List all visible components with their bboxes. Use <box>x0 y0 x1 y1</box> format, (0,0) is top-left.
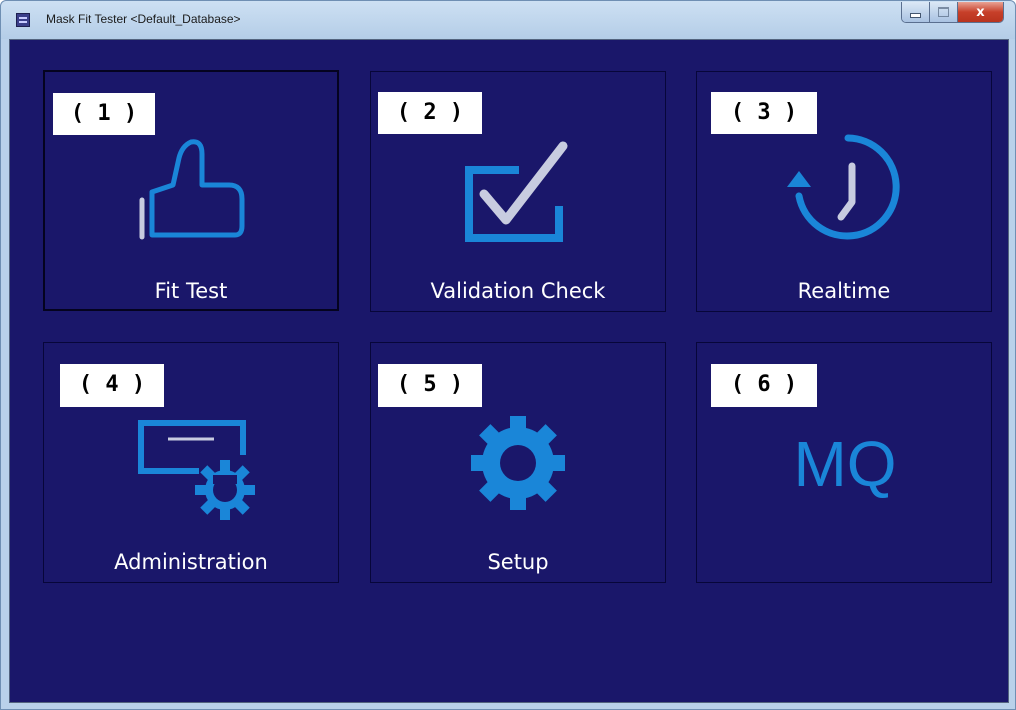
tile-number-badge: ( 5 ) <box>378 364 482 407</box>
close-button[interactable]: x <box>958 2 1003 22</box>
svg-text:MQ: MQ <box>793 428 896 500</box>
setup-tile[interactable]: ( 5 ) Setup <box>370 342 666 583</box>
tile-number-badge: ( 4 ) <box>60 364 164 407</box>
close-icon: x <box>976 4 985 20</box>
tile-label: Fit Test <box>154 279 228 303</box>
app-window: Mask Fit Tester <Default_Database> x ( 1… <box>0 0 1016 710</box>
tile-number-badge: ( 6 ) <box>711 364 817 407</box>
tile-number-badge: ( 2 ) <box>378 92 482 134</box>
fit-test-tile[interactable]: ( 1 ) Fit Test <box>43 70 339 311</box>
minimize-icon <box>910 12 921 18</box>
mq-tile[interactable]: MQ ( 6 ) <box>696 342 992 583</box>
validation-check-tile[interactable]: ( 2 ) Validation Check <box>370 71 666 312</box>
window-title: Mask Fit Tester <Default_Database> <box>46 12 241 26</box>
main-menu-panel: ( 1 ) Fit Test ( 2 ) Validation Check ( … <box>9 39 1009 703</box>
tile-number-badge: ( 3 ) <box>711 92 817 134</box>
minimize-button[interactable] <box>902 2 930 22</box>
tile-number-badge: ( 1 ) <box>53 93 155 135</box>
realtime-tile[interactable]: ( 3 ) Realtime <box>696 71 992 312</box>
title-bar[interactable]: Mask Fit Tester <Default_Database> x <box>1 1 1015 39</box>
maximize-icon <box>938 7 949 17</box>
administration-tile[interactable]: ( 4 ) Administration <box>43 342 339 583</box>
tile-label: Administration <box>114 550 268 574</box>
tile-label: Validation Check <box>430 279 606 303</box>
maximize-button[interactable] <box>930 2 958 22</box>
tile-label: Setup <box>487 550 549 574</box>
window-controls: x <box>901 2 1004 23</box>
tile-label: Realtime <box>797 279 891 303</box>
app-icon[interactable] <box>16 13 30 27</box>
